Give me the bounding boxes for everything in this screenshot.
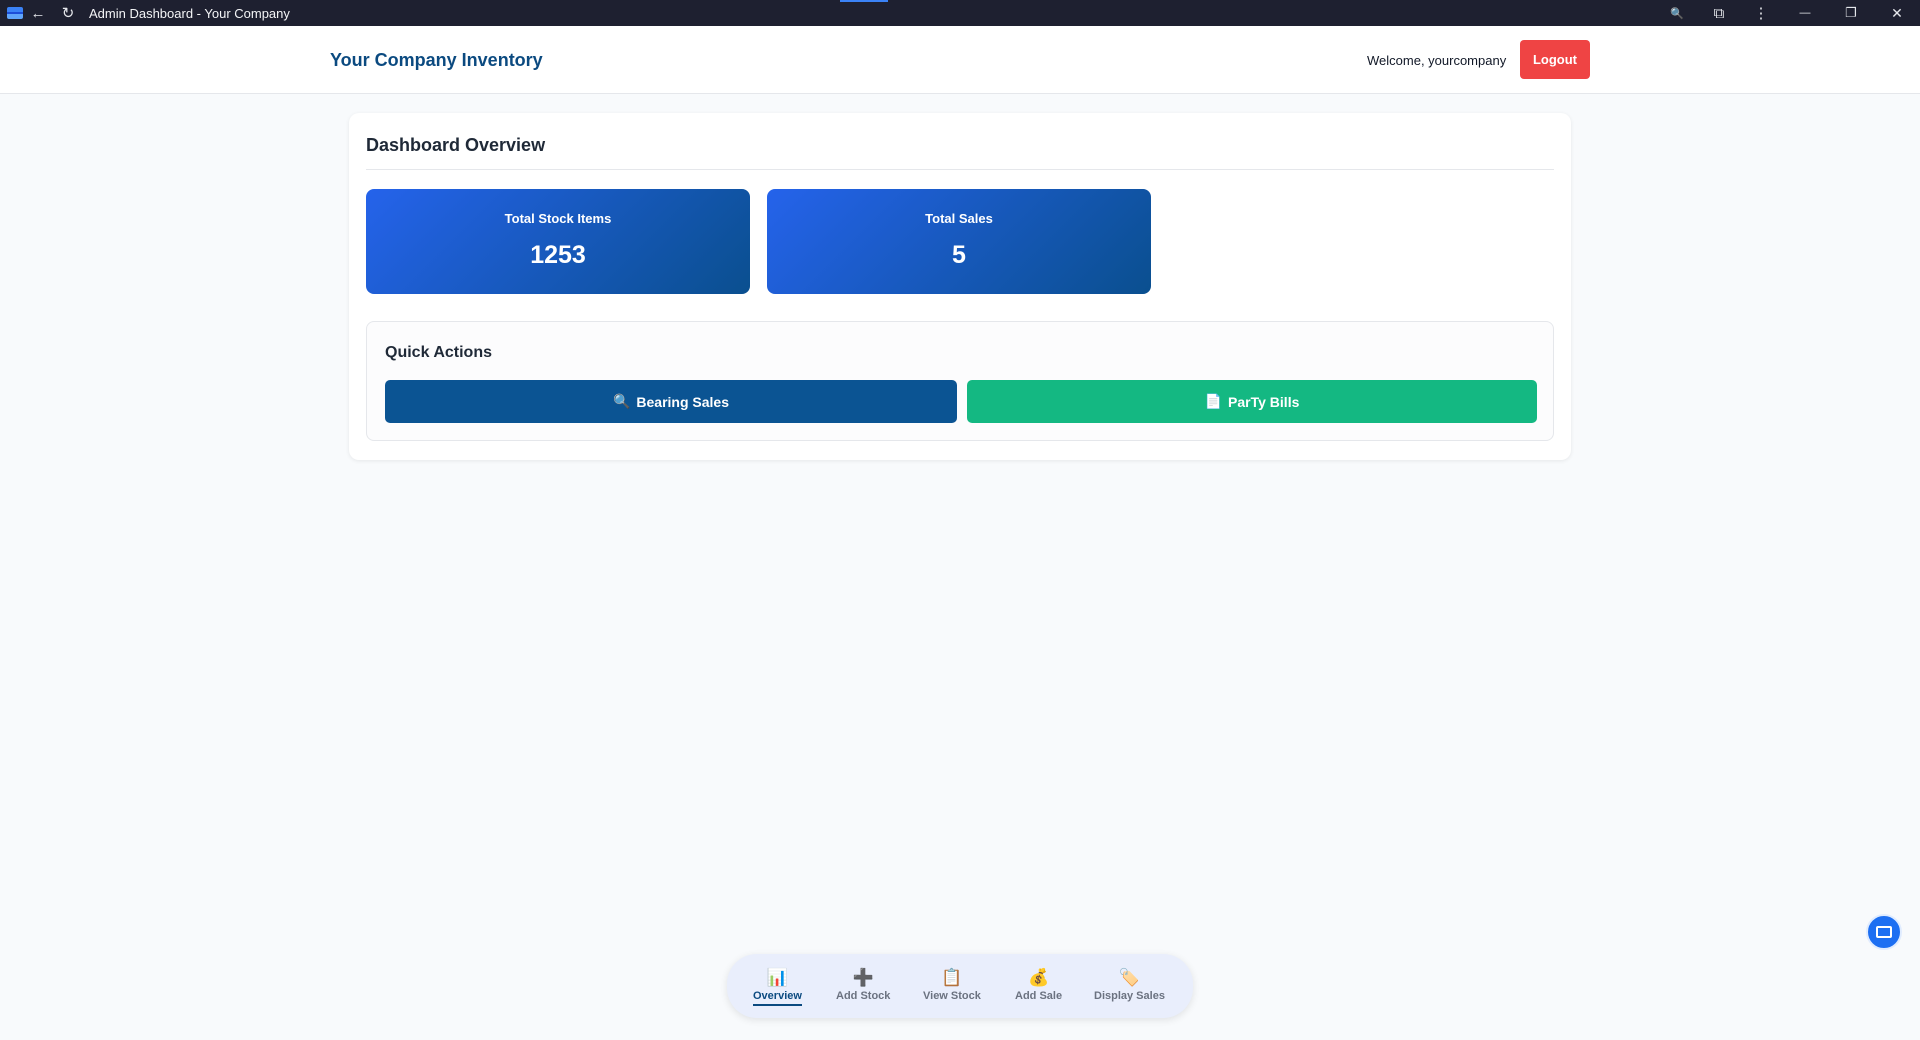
divider [366, 169, 1554, 170]
dashboard-card: Dashboard Overview Total Stock Items 125… [349, 113, 1571, 460]
button-label: Bearing Sales [636, 393, 730, 410]
app-header: Your Company Inventory Welcome, yourcomp… [0, 26, 1920, 94]
nav-label: Add Stock [836, 990, 891, 1002]
screen-icon [1876, 926, 1892, 938]
clipboard-icon: 📋 [941, 968, 963, 987]
nav-item-overview[interactable]: 📊 Overview [753, 968, 802, 1006]
brand-title[interactable]: Your Company Inventory [330, 50, 543, 71]
stat-card-total-stock: Total Stock Items 1253 [366, 189, 750, 294]
stat-label: Total Stock Items [504, 211, 612, 226]
nav-label: View Stock [923, 990, 981, 1002]
minimize-icon[interactable]: — [1782, 0, 1828, 26]
title-bar-accent [840, 0, 888, 2]
stat-value: 5 [952, 241, 966, 269]
nav-item-display-sales[interactable]: 🏷️ Display Sales [1094, 968, 1165, 1002]
reload-icon[interactable]: ↻ [53, 0, 83, 26]
app-icon [7, 7, 23, 19]
button-label: ParTy Bills [1228, 393, 1300, 410]
document-icon: 📄 [1204, 393, 1223, 409]
browser-title-bar: ← ↻ Admin Dashboard - Your Company 🔍 ⧉ ⋮… [0, 0, 1920, 26]
restore-icon[interactable]: ❐ [1828, 0, 1874, 26]
extension-icon[interactable]: ⧉ [1698, 0, 1740, 26]
bottom-nav: 📊 Overview ➕ Add Stock 📋 View Stock 💰 Ad… [727, 954, 1193, 1018]
back-icon[interactable]: ← [23, 0, 53, 26]
chart-icon: 📊 [766, 968, 789, 987]
stat-label: Total Sales [925, 211, 993, 226]
close-icon[interactable]: ✕ [1874, 0, 1920, 26]
quick-actions-panel: Quick Actions 🔍 Bearing Sales 📄 ParTy Bi… [366, 321, 1554, 441]
party-bills-button[interactable]: 📄 ParTy Bills [967, 380, 1537, 423]
stat-card-total-sales: Total Sales 5 [767, 189, 1151, 294]
dashboard-title: Dashboard Overview [366, 135, 546, 155]
stat-value: 1253 [530, 241, 586, 269]
welcome-text: Welcome, yourcompany [1367, 53, 1507, 68]
plus-icon: ➕ [852, 968, 874, 987]
money-bag-icon: 💰 [1027, 968, 1050, 987]
menu-icon[interactable]: ⋮ [1740, 0, 1782, 26]
zoom-icon[interactable]: 🔍 [1656, 0, 1698, 26]
nav-item-add-stock[interactable]: ➕ Add Stock [836, 968, 890, 1002]
bearing-sales-button[interactable]: 🔍 Bearing Sales [385, 380, 957, 423]
logout-button[interactable]: Logout [1520, 40, 1590, 79]
tag-icon: 🏷️ [1118, 968, 1141, 987]
search-icon: 🔍 [612, 393, 631, 409]
nav-label: Overview [753, 990, 802, 1006]
nav-item-view-stock[interactable]: 📋 View Stock [923, 968, 981, 1002]
nav-label: Display Sales [1094, 990, 1165, 1002]
nav-item-add-sale[interactable]: 💰 Add Sale [1015, 968, 1062, 1002]
quick-actions-title: Quick Actions [385, 344, 492, 361]
nav-label: Add Sale [1015, 990, 1063, 1002]
window-title: Admin Dashboard - Your Company [89, 5, 290, 21]
floating-screen-button[interactable] [1866, 914, 1902, 950]
